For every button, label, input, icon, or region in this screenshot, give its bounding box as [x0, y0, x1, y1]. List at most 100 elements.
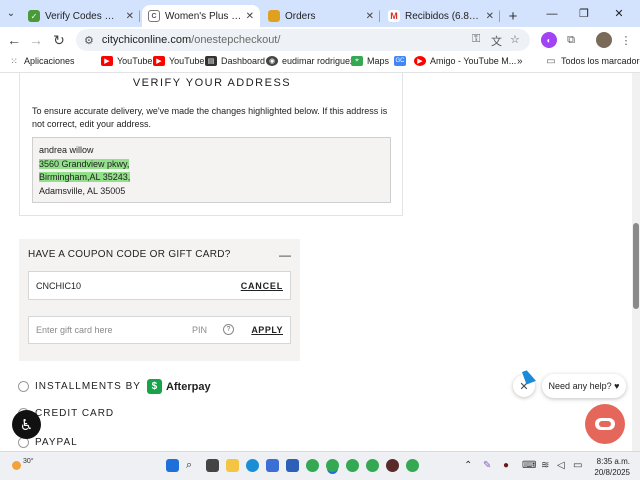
browser-toolbar: ← → ↻ ⚙ citychiconline.com/onestepchecko…: [0, 27, 640, 53]
verify-codes-favicon: ✓: [28, 10, 40, 22]
profile-avatar[interactable]: [596, 32, 612, 48]
bookmark-dashboard[interactable]: ▤ Dashboard: [205, 56, 265, 66]
clock-date: 20/8/2025: [594, 468, 630, 477]
globe-icon: ◉: [266, 56, 278, 66]
help-icon[interactable]: ?: [223, 324, 234, 335]
chrome-active-icon[interactable]: [326, 459, 339, 472]
temperature: 30°: [23, 458, 34, 465]
tab-close-icon[interactable]: ✕: [366, 11, 374, 22]
applied-coupon-row: CNCHIC10 CANCEL: [28, 271, 291, 300]
paypal-label: PAYPAL: [35, 437, 78, 448]
url-text[interactable]: citychiconline.com/onestepcheckout/: [102, 34, 281, 46]
chat-prompt-bubble[interactable]: Need any help? ♥: [542, 374, 626, 398]
coupon-code: CNCHIC10: [36, 281, 82, 291]
file-explorer-icon[interactable]: [226, 459, 239, 472]
restore-icon[interactable]: ❐: [568, 0, 600, 27]
app-tray-icon[interactable]: ●: [503, 460, 509, 471]
chrome-icon[interactable]: [306, 459, 319, 472]
store-icon[interactable]: [266, 459, 279, 472]
extension-icon[interactable]: ◐: [541, 32, 557, 48]
search-icon[interactable]: ⌕: [186, 459, 199, 472]
orders-favicon: [268, 10, 280, 22]
accessibility-icon[interactable]: ♿: [12, 410, 41, 439]
youtube-icon: ▶: [101, 56, 113, 66]
bookmark-gc[interactable]: GC: [394, 56, 410, 66]
chrome-icon[interactable]: [366, 459, 379, 472]
tab-orders[interactable]: Orders ✕: [262, 5, 380, 27]
address-line: Adamsville, AL 35005: [39, 185, 126, 196]
battery-icon[interactable]: ▭: [573, 460, 582, 471]
site-info-icon[interactable]: ⚙: [84, 34, 94, 47]
system-clock[interactable]: 8:35 a.m. 20/8/2025: [594, 456, 630, 478]
bookmarks-overflow-icon[interactable]: »: [517, 56, 523, 67]
verify-address-description: To ensure accurate delivery, we've made …: [32, 106, 388, 129]
tab-verify-codes[interactable]: ✓ Verify Codes — Simply ✕: [22, 5, 140, 27]
pin-label[interactable]: PIN: [192, 325, 207, 335]
gmail-favicon: M: [388, 10, 400, 22]
tab-search-icon[interactable]: ⌄: [0, 0, 22, 27]
app-icon[interactable]: [386, 459, 399, 472]
radio-installments[interactable]: [18, 381, 29, 392]
youtube-music-icon: ▶: [414, 56, 426, 66]
volume-icon[interactable]: ◁: [557, 460, 565, 471]
gift-card-input[interactable]: [36, 325, 176, 335]
bookmark-apps[interactable]: ⁙ Aplicaciones: [8, 55, 74, 67]
tab-title: Verify Codes — Simply: [45, 10, 122, 22]
bookmarks-bar: ⁙ Aplicaciones ▶ YouTube ▶ YouTube ▤ Das…: [0, 53, 640, 73]
tab-gmail[interactable]: M Recibidos (6.844) - eu ✕: [382, 5, 500, 27]
scrollbar-thumb[interactable]: [633, 223, 639, 309]
collapse-icon[interactable]: —: [279, 248, 291, 262]
gc-icon: GC: [394, 56, 406, 66]
bookmark-star-icon[interactable]: ☆: [510, 33, 520, 46]
bookmark-maps[interactable]: ⌖ Maps: [351, 56, 389, 66]
tab-close-icon[interactable]: ✕: [126, 11, 134, 22]
word-icon[interactable]: [286, 459, 299, 472]
task-view-icon[interactable]: [206, 459, 219, 472]
tab-close-icon[interactable]: ✕: [246, 11, 254, 22]
new-tab-button[interactable]: +: [502, 5, 524, 27]
keyboard-icon[interactable]: ⌨: [522, 460, 536, 471]
chrome-icon[interactable]: [406, 459, 419, 472]
afterpay-logo: $ Afterpay: [146, 379, 211, 394]
tab-close-icon[interactable]: ✕: [486, 11, 494, 22]
verify-address-title: VERIFY YOUR ADDRESS: [132, 77, 292, 89]
menu-dots-icon[interactable]: ⋮: [618, 32, 634, 48]
address-line: andrea willow: [39, 145, 94, 155]
cancel-coupon-button[interactable]: CANCEL: [241, 281, 283, 291]
bookmark-amigo[interactable]: ▶ Amigo - YouTube M...: [414, 56, 516, 66]
tray-chevron-icon[interactable]: ⌃: [464, 460, 472, 471]
translate-icon[interactable]: 文: [491, 33, 502, 49]
apps-grid-icon: ⁙: [10, 55, 18, 66]
bookmark-youtube-2[interactable]: ▶ YouTube: [153, 56, 204, 66]
apply-gift-card-button[interactable]: APPLY: [251, 325, 283, 335]
bookmark-all[interactable]: ▭ Todos los marcadores: [545, 56, 640, 67]
chat-icon: [595, 418, 615, 430]
citychic-favicon: C: [148, 10, 160, 22]
close-window-icon[interactable]: ✕: [603, 0, 635, 27]
back-arrow-icon[interactable]: ←: [2, 28, 26, 52]
address-line-highlighted: 3560 Grandview pkwy,: [39, 158, 130, 169]
tab-title: Orders: [285, 10, 316, 22]
tab-citychic[interactable]: C Women's Plus Size On ✕: [142, 5, 260, 27]
checkout-page: VERIFY YOUR ADDRESS To ensure accurate d…: [0, 73, 640, 451]
forward-arrow-icon[interactable]: →: [24, 28, 48, 52]
dashboard-icon: ▤: [205, 56, 217, 66]
chrome-icon[interactable]: [346, 459, 359, 472]
pen-icon[interactable]: ✎: [483, 460, 491, 471]
chat-launcher-button[interactable]: [585, 404, 625, 444]
weather-widget[interactable]: 30°: [12, 458, 34, 470]
reload-icon[interactable]: ↻: [47, 28, 71, 52]
payment-option-installments[interactable]: INSTALLMENTS BY $ Afterpay: [18, 379, 211, 394]
start-icon[interactable]: [166, 459, 179, 472]
tab-title: Women's Plus Size On: [165, 10, 242, 22]
edge-icon[interactable]: [246, 459, 259, 472]
clock-time: 8:35 a.m.: [596, 457, 630, 466]
address-bar[interactable]: ⚙ citychiconline.com/onestepcheckout/ ⚿ …: [76, 29, 530, 51]
minimize-icon[interactable]: —: [536, 0, 568, 27]
password-key-icon[interactable]: ⚿: [472, 33, 480, 46]
wifi-icon[interactable]: ≋: [541, 460, 549, 471]
extensions-puzzle-icon[interactable]: ⧉: [563, 32, 579, 48]
bookmark-youtube-1[interactable]: ▶ YouTube: [101, 56, 152, 66]
bookmark-eudimar[interactable]: ◉ eudimar rodriguez: [266, 56, 355, 66]
credit-card-label: CREDIT CARD: [35, 408, 115, 419]
